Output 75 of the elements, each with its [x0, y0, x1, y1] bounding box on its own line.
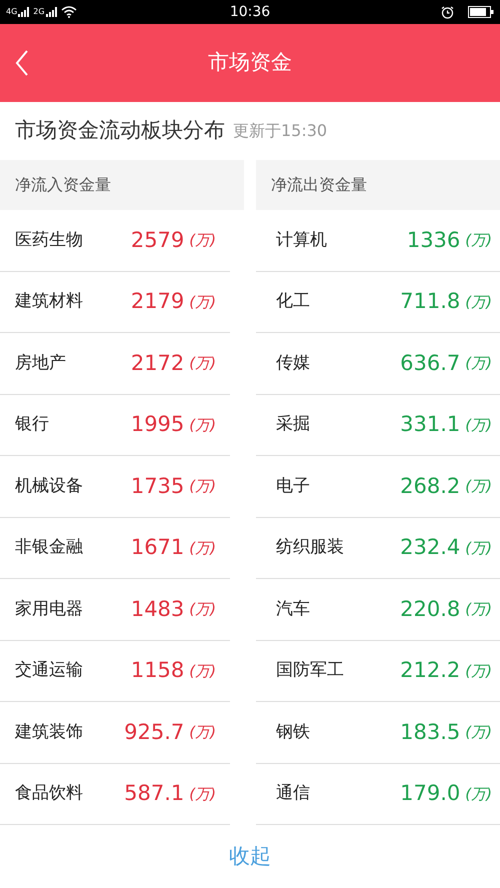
sector-name: 建筑装饰 — [15, 720, 83, 744]
page-title: 市场资金 — [208, 49, 292, 76]
sector-name: 非银金融 — [15, 536, 83, 559]
unit-label: (万) — [465, 722, 492, 743]
alarm-icon — [441, 6, 454, 18]
unit-label: (万) — [465, 476, 492, 497]
sector-name: 国防军工 — [276, 659, 344, 682]
unit-label: (万) — [189, 784, 216, 804]
sector-name: 计算机 — [276, 228, 327, 252]
flow-amount: 331.1 — [400, 411, 460, 438]
unit-label: (万) — [465, 414, 492, 436]
flow-amount: 587.1 — [124, 780, 184, 807]
flow-amount: 1158 — [130, 657, 184, 684]
flow-amount: 2179 — [130, 288, 184, 315]
column-heading: 净流出资金量 — [271, 174, 367, 196]
flow-amount: 636.7 — [400, 350, 460, 376]
section-title: 市场资金流动板块分布 — [15, 117, 225, 144]
sector-name: 纺织服装 — [276, 536, 344, 559]
sector-name: 银行 — [15, 413, 49, 436]
flow-amount: 183.5 — [400, 718, 460, 746]
unit-label: (万) — [465, 230, 492, 251]
sector-name: 汽车 — [276, 598, 310, 620]
back-icon — [15, 50, 29, 76]
flow-amount: 1735 — [130, 472, 184, 500]
unit-label: (万) — [465, 784, 492, 804]
sector-name: 电子 — [276, 474, 310, 498]
signal-icon — [46, 7, 58, 17]
unit-label: (万) — [465, 660, 492, 682]
flow-amount: 1483 — [130, 596, 184, 622]
flow-amount: 2579 — [130, 226, 184, 254]
sector-name: 化工 — [276, 290, 310, 313]
sector-name: 交通运输 — [15, 659, 83, 682]
sector-name: 通信 — [276, 782, 310, 805]
unit-label: (万) — [465, 292, 492, 312]
flow-amount: 925.7 — [124, 718, 184, 746]
sector-name: 食品饮料 — [15, 782, 83, 805]
unit-label: (万) — [465, 538, 492, 558]
sector-name: 房地产 — [15, 352, 66, 374]
unit-label: (万) — [189, 230, 216, 251]
unit-label: (万) — [189, 353, 216, 374]
unit-label: (万) — [189, 599, 216, 620]
flow-amount: 232.4 — [400, 534, 460, 561]
sector-name: 机械设备 — [15, 474, 83, 498]
unit-label: (万) — [465, 353, 492, 374]
update-time: 更新于15:30 — [233, 120, 328, 142]
collapse-button[interactable]: 收起 — [221, 841, 279, 873]
flow-amount: 2172 — [130, 350, 184, 376]
sector-name: 传媒 — [276, 352, 310, 374]
unit-label: (万) — [189, 660, 216, 682]
column-heading: 净流入资金量 — [15, 174, 111, 196]
flow-amount: 711.8 — [400, 288, 460, 315]
network-label: 4G — [6, 8, 18, 16]
unit-label: (万) — [189, 538, 216, 558]
unit-label: (万) — [189, 292, 216, 312]
wifi-icon — [60, 6, 77, 18]
flow-amount: 212.2 — [400, 657, 460, 684]
flow-amount: 268.2 — [400, 472, 460, 500]
flow-amount: 1995 — [130, 411, 184, 438]
flow-amount: 1336 — [406, 226, 460, 254]
unit-label: (万) — [465, 599, 492, 620]
flow-amount: 1671 — [130, 534, 184, 561]
unit-label: (万) — [189, 722, 216, 743]
sector-name: 家用电器 — [15, 598, 83, 620]
flow-amount: 179.0 — [400, 780, 460, 807]
signal-icon — [18, 7, 30, 17]
sector-name: 采掘 — [276, 413, 310, 436]
clock-time: 10:36 — [230, 2, 270, 22]
sector-name: 钢铁 — [276, 720, 310, 744]
sector-name: 建筑材料 — [15, 290, 83, 313]
sector-name: 医药生物 — [15, 228, 83, 252]
battery-icon — [468, 6, 494, 18]
unit-label: (万) — [189, 476, 216, 497]
flow-amount: 220.8 — [400, 596, 460, 622]
network-label: 2G — [33, 8, 45, 16]
unit-label: (万) — [189, 414, 216, 436]
